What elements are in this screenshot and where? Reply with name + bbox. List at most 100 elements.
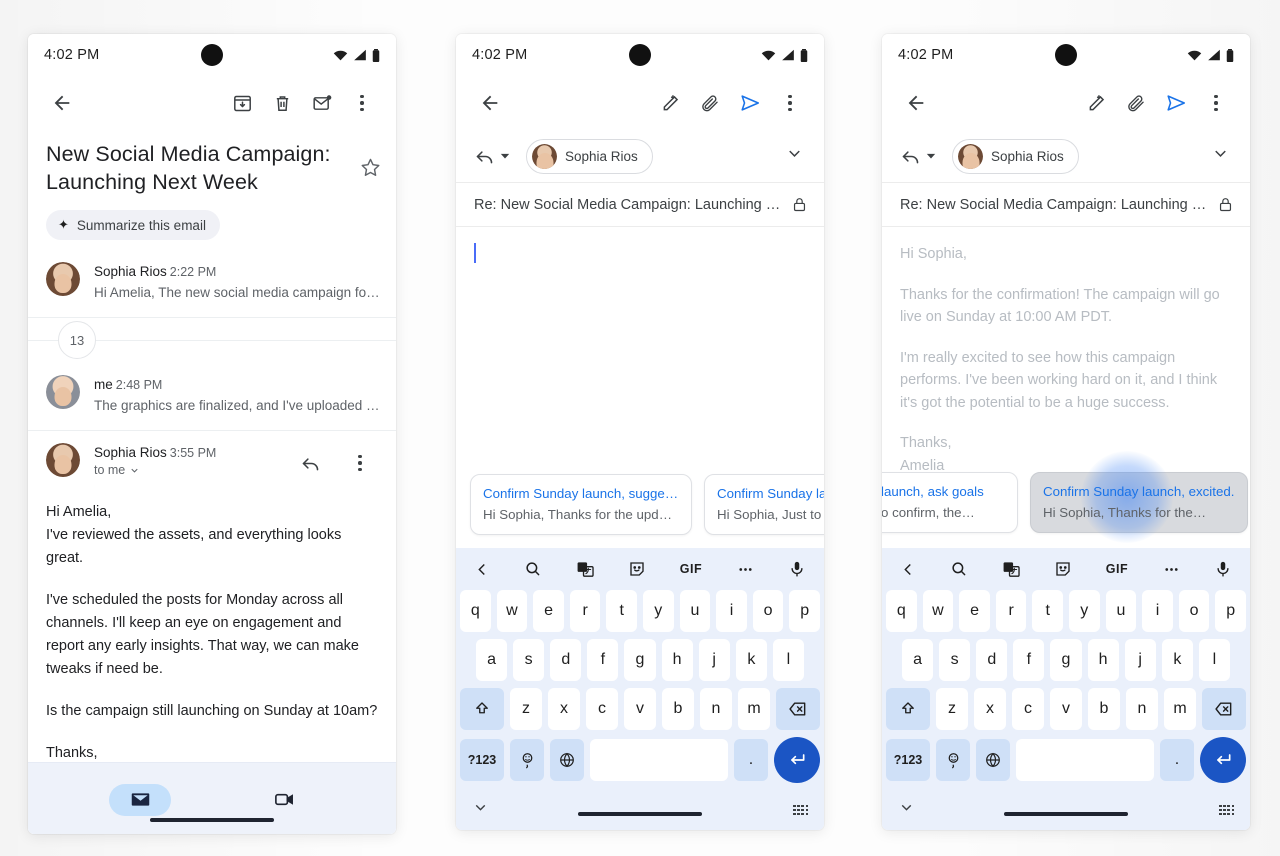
key-b[interactable]: b <box>1088 688 1120 730</box>
key-d[interactable]: d <box>976 639 1008 681</box>
key-f[interactable]: f <box>1013 639 1045 681</box>
key-p[interactable]: p <box>1215 590 1246 632</box>
compose-body[interactable] <box>456 227 824 427</box>
emoji-comma-icon[interactable] <box>510 739 544 781</box>
chevron-left-icon[interactable] <box>900 561 917 578</box>
sticker-icon[interactable] <box>1054 560 1072 578</box>
suggestion-card-selected[interactable]: Confirm Sunday launch, excited. Hi Sophi… <box>1030 451 1248 543</box>
compose-body[interactable]: Hi Sophia, Thanks for the confirmation! … <box>882 227 1250 511</box>
delete-icon[interactable] <box>262 83 302 123</box>
key-e[interactable]: e <box>533 590 564 632</box>
key-s[interactable]: s <box>513 639 545 681</box>
recipient-chip[interactable]: Sophia Rios <box>952 138 1079 174</box>
key-x[interactable]: x <box>548 688 580 730</box>
key-z[interactable]: z <box>936 688 968 730</box>
enter-icon[interactable] <box>774 737 820 783</box>
key-m[interactable]: m <box>1164 688 1196 730</box>
backspace-icon[interactable] <box>1202 688 1246 730</box>
reply-mode-selector[interactable] <box>470 142 514 171</box>
key-p[interactable]: p <box>789 590 820 632</box>
keyboard-switch-icon[interactable] <box>793 804 808 816</box>
lock-icon[interactable] <box>791 196 808 213</box>
key-i[interactable]: i <box>1142 590 1173 632</box>
key-n[interactable]: n <box>700 688 732 730</box>
key-a[interactable]: a <box>902 639 934 681</box>
format-pencil-icon[interactable] <box>1076 83 1116 123</box>
key-g[interactable]: g <box>1050 639 1082 681</box>
chevron-left-icon[interactable] <box>474 561 491 578</box>
attachment-icon[interactable] <box>690 83 730 123</box>
globe-icon[interactable] <box>976 739 1010 781</box>
hide-keyboard-button[interactable] <box>472 799 489 821</box>
emoji-comma-icon[interactable] <box>936 739 970 781</box>
shift-icon[interactable] <box>886 688 930 730</box>
expand-recipients-button[interactable] <box>779 138 810 174</box>
space-key[interactable] <box>590 739 728 781</box>
back-arrow-icon[interactable] <box>470 83 510 123</box>
key-q[interactable]: q <box>460 590 491 632</box>
shift-icon[interactable] <box>460 688 504 730</box>
key-q[interactable]: q <box>886 590 917 632</box>
key-u[interactable]: u <box>679 590 711 632</box>
sidebar-item-mail[interactable] <box>109 783 171 816</box>
backspace-icon[interactable] <box>776 688 820 730</box>
search-icon[interactable] <box>524 560 542 578</box>
key-z[interactable]: z <box>510 688 542 730</box>
key-l[interactable]: l <box>1198 639 1230 681</box>
key-v[interactable]: v <box>1050 688 1082 730</box>
key-t[interactable]: t <box>1032 590 1063 632</box>
key-m[interactable]: m <box>738 688 770 730</box>
keyboard-switch-icon[interactable] <box>1219 804 1234 816</box>
key-o[interactable]: o <box>1178 590 1210 632</box>
suggestion-card[interactable]: launch, ask goals o confirm, the… <box>882 472 1018 533</box>
key-s[interactable]: s <box>939 639 971 681</box>
translate-icon[interactable] <box>1002 560 1021 579</box>
suggestion-card[interactable]: Confirm Sunday launch, sugge… Hi Sophia,… <box>470 474 692 535</box>
space-key[interactable] <box>1016 739 1154 781</box>
key-u[interactable]: u <box>1105 590 1137 632</box>
microphone-icon[interactable] <box>788 560 806 578</box>
send-icon[interactable] <box>1156 83 1196 123</box>
key-g[interactable]: g <box>624 639 656 681</box>
key-k[interactable]: k <box>735 639 767 681</box>
more-options-icon[interactable] <box>1196 83 1236 123</box>
key-k[interactable]: k <box>1161 639 1193 681</box>
period-key[interactable]: . <box>734 739 768 781</box>
sticker-icon[interactable] <box>628 560 646 578</box>
mark-unread-icon[interactable] <box>302 83 342 123</box>
hide-keyboard-button[interactable] <box>898 799 915 821</box>
gif-icon[interactable]: GIF <box>680 562 702 576</box>
list-item[interactable]: me 2:48 PM The graphics are finalized, an… <box>28 361 396 430</box>
star-outline-icon[interactable] <box>359 156 382 184</box>
key-h[interactable]: h <box>1087 639 1119 681</box>
key-r[interactable]: r <box>995 590 1027 632</box>
key-a[interactable]: a <box>476 639 508 681</box>
key-w[interactable]: w <box>922 590 954 632</box>
numeric-key[interactable]: ?123 <box>460 739 504 781</box>
send-icon[interactable] <box>730 83 770 123</box>
globe-icon[interactable] <box>550 739 584 781</box>
key-f[interactable]: f <box>587 639 619 681</box>
microphone-icon[interactable] <box>1214 560 1232 578</box>
suggestion-card[interactable]: Confirm Sunday la Hi Sophia, Just to c <box>704 474 824 535</box>
key-n[interactable]: n <box>1126 688 1158 730</box>
key-r[interactable]: r <box>569 590 601 632</box>
key-j[interactable]: j <box>698 639 730 681</box>
enter-icon[interactable] <box>1200 737 1246 783</box>
reply-mode-selector[interactable] <box>896 142 940 171</box>
lock-icon[interactable] <box>1217 196 1234 213</box>
subject-input[interactable]: Re: New Social Media Campaign: Launching… <box>900 197 1207 213</box>
more-options-icon[interactable] <box>340 443 380 483</box>
key-w[interactable]: w <box>496 590 528 632</box>
key-v[interactable]: v <box>624 688 656 730</box>
key-h[interactable]: h <box>661 639 693 681</box>
key-c[interactable]: c <box>1012 688 1044 730</box>
key-d[interactable]: d <box>550 639 582 681</box>
archive-icon[interactable] <box>222 83 262 123</box>
format-pencil-icon[interactable] <box>650 83 690 123</box>
key-i[interactable]: i <box>716 590 747 632</box>
gif-icon[interactable]: GIF <box>1106 562 1128 576</box>
list-item[interactable]: Sophia Rios 2:22 PM Hi Amelia, The new so… <box>28 248 396 317</box>
more-dots-icon[interactable] <box>1162 560 1181 579</box>
search-icon[interactable] <box>950 560 968 578</box>
